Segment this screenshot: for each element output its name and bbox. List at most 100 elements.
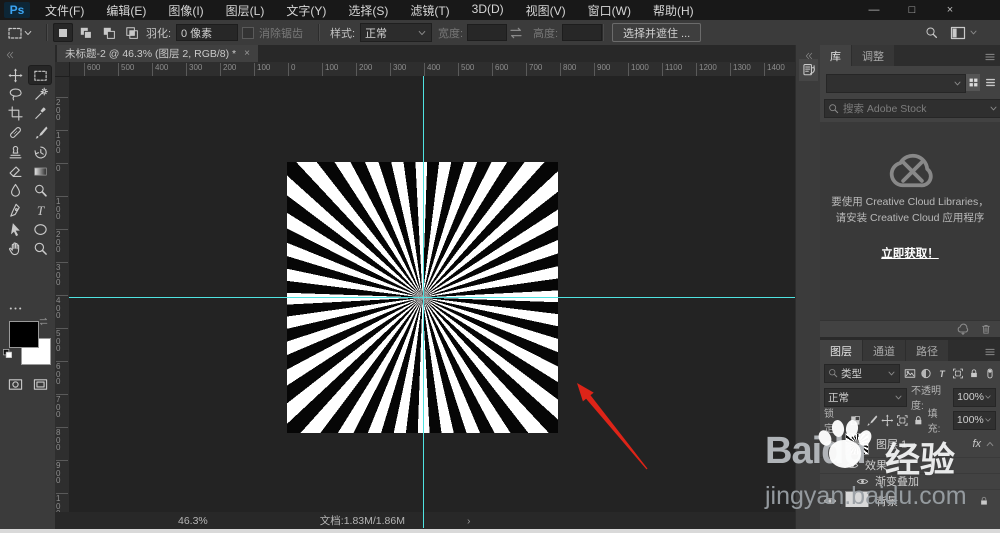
- stock-search-input[interactable]: 搜索 Adobe Stock: [824, 99, 1000, 118]
- lock-all-icon[interactable]: [912, 414, 925, 427]
- menu-item-6[interactable]: 滤镜(T): [401, 0, 458, 21]
- layer-row-layer1[interactable]: 图层 1 fx: [820, 431, 1000, 458]
- menu-item-1[interactable]: 编辑(E): [97, 0, 155, 21]
- lock-artboard-icon[interactable]: [896, 414, 909, 427]
- menu-item-2[interactable]: 图像(I): [159, 0, 212, 21]
- layer-row-effects[interactable]: 效果: [820, 457, 1000, 474]
- status-expander[interactable]: ›: [467, 515, 471, 527]
- tab-channels[interactable]: 通道: [863, 340, 905, 361]
- vertical-guide[interactable]: [423, 76, 424, 528]
- layer-filter-toggle[interactable]: [984, 367, 996, 380]
- antialias-checkbox[interactable]: [242, 26, 254, 39]
- style-select[interactable]: 正常: [360, 23, 432, 42]
- screen-mode-button[interactable]: [29, 375, 51, 393]
- close-button[interactable]: ×: [942, 4, 958, 16]
- lock-transparent-icon[interactable]: [849, 414, 862, 427]
- filter-pixel-layers-icon[interactable]: [904, 367, 916, 380]
- lock-position-icon[interactable]: [881, 414, 894, 427]
- filter-type-layers-icon[interactable]: T: [936, 367, 948, 380]
- minimize-button[interactable]: —: [866, 4, 882, 16]
- select-and-mask-button[interactable]: 选择并遮住 ...: [612, 23, 702, 42]
- pen-tool[interactable]: [4, 201, 26, 219]
- menu-item-10[interactable]: 帮助(H): [644, 0, 703, 21]
- hand-tool[interactable]: [4, 240, 26, 258]
- library-select[interactable]: [826, 74, 966, 93]
- tool-preset-picker[interactable]: [7, 20, 33, 45]
- tab-paths[interactable]: 路径: [906, 340, 948, 361]
- add-to-selection-button[interactable]: [76, 23, 96, 42]
- layer-fx-badge[interactable]: fx: [972, 438, 981, 450]
- dodge-tool[interactable]: [29, 182, 51, 200]
- tab-library[interactable]: 库: [820, 45, 851, 66]
- zoom-tool[interactable]: [29, 240, 51, 258]
- collapse-tools-icon[interactable]: [4, 46, 14, 64]
- horizontal-guide[interactable]: [69, 297, 795, 298]
- document-tab[interactable]: 未标题-2 @ 46.3% (图层 2, RGB/8) * ×: [57, 45, 258, 62]
- grid-view-button[interactable]: [966, 74, 980, 91]
- panel-menu-icon[interactable]: [984, 51, 996, 63]
- tab-adjustments[interactable]: 调整: [852, 45, 894, 66]
- fill-select[interactable]: 100%: [952, 410, 997, 430]
- lock-paint-icon[interactable]: [865, 414, 878, 427]
- filter-smart-objects-icon[interactable]: [968, 367, 980, 380]
- filter-shape-layers-icon[interactable]: [952, 367, 964, 380]
- path-selection-tool[interactable]: [4, 220, 26, 238]
- filter-adjustment-layers-icon[interactable]: [920, 367, 932, 380]
- panel-menu-icon[interactable]: [984, 346, 996, 358]
- tab-layers[interactable]: 图层: [820, 340, 862, 361]
- blur-tool[interactable]: [4, 182, 26, 200]
- swap-dimensions-button[interactable]: [508, 20, 524, 45]
- quick-selection-tool[interactable]: [29, 85, 51, 103]
- swap-colors-icon[interactable]: [38, 313, 49, 331]
- clone-stamp-tool[interactable]: [4, 143, 26, 161]
- subtract-selection-button[interactable]: [99, 23, 119, 42]
- intersect-selection-button[interactable]: [122, 23, 142, 42]
- feather-input[interactable]: 0 像素: [176, 24, 238, 41]
- vertical-ruler[interactable]: 2 0 0 1 0 0 0 1 0 0 2 0 0 3 0 0 4 0 0 5 0 0 6 0 …: [55, 76, 70, 512]
- menu-item-0[interactable]: 文件(F): [36, 0, 93, 21]
- quick-mask-button[interactable]: [4, 375, 26, 393]
- opacity-select[interactable]: 100%: [953, 387, 996, 407]
- list-view-button[interactable]: [983, 74, 997, 91]
- trash-icon[interactable]: [980, 323, 992, 335]
- cloud-sync-icon[interactable]: [956, 322, 970, 336]
- edit-toolbar-button[interactable]: [4, 299, 26, 317]
- visibility-eye-icon[interactable]: [846, 459, 859, 472]
- eraser-tool[interactable]: [4, 163, 26, 181]
- spot-healing-brush-tool[interactable]: [4, 124, 26, 142]
- width-input[interactable]: [467, 24, 507, 41]
- restore-button[interactable]: □: [904, 4, 920, 16]
- rectangular-marquee-tool[interactable]: [29, 66, 51, 84]
- horizontal-ruler[interactable]: 600 500 400 300 200 100 0 100 200 300 400 500 600 700…: [55, 62, 795, 77]
- crop-tool[interactable]: [4, 105, 26, 123]
- foreground-color-swatch[interactable]: [9, 321, 39, 348]
- tab-close-button[interactable]: ×: [244, 48, 250, 59]
- zoom-level[interactable]: 46.3%: [178, 515, 208, 527]
- layer1-name[interactable]: 图层 1: [876, 436, 907, 452]
- blend-mode-select[interactable]: 正常: [824, 387, 907, 407]
- menu-item-8[interactable]: 视图(V): [517, 0, 575, 21]
- menu-item-7[interactable]: 3D(D): [463, 0, 513, 21]
- visibility-eye-icon[interactable]: [856, 475, 869, 488]
- menu-item-4[interactable]: 文字(Y): [277, 0, 335, 21]
- brush-tool[interactable]: [29, 124, 51, 142]
- ruler-origin-corner[interactable]: [55, 62, 70, 77]
- ellipse-tool[interactable]: [29, 220, 51, 238]
- layer-filter-select[interactable]: 类型: [824, 363, 901, 383]
- gradient-tool[interactable]: [29, 163, 51, 181]
- get-now-link[interactable]: 立即获取！: [881, 248, 939, 260]
- visibility-eye-icon[interactable]: [823, 437, 837, 451]
- menu-item-3[interactable]: 图层(L): [217, 0, 274, 21]
- search-button[interactable]: [925, 20, 938, 45]
- lasso-tool[interactable]: [4, 85, 26, 103]
- new-selection-button[interactable]: [53, 23, 73, 42]
- type-tool[interactable]: T: [29, 201, 51, 219]
- history-brush-tool[interactable]: [29, 143, 51, 161]
- layer-row-gradient-overlay[interactable]: 渐变叠加: [820, 473, 1000, 490]
- history-panel-button[interactable]: [799, 59, 818, 81]
- layer1-thumbnail[interactable]: [845, 433, 869, 455]
- workspace-switcher[interactable]: [950, 20, 978, 45]
- collapse-effects-icon[interactable]: [985, 439, 995, 449]
- menu-item-9[interactable]: 窗口(W): [579, 0, 640, 21]
- height-input[interactable]: [562, 24, 602, 41]
